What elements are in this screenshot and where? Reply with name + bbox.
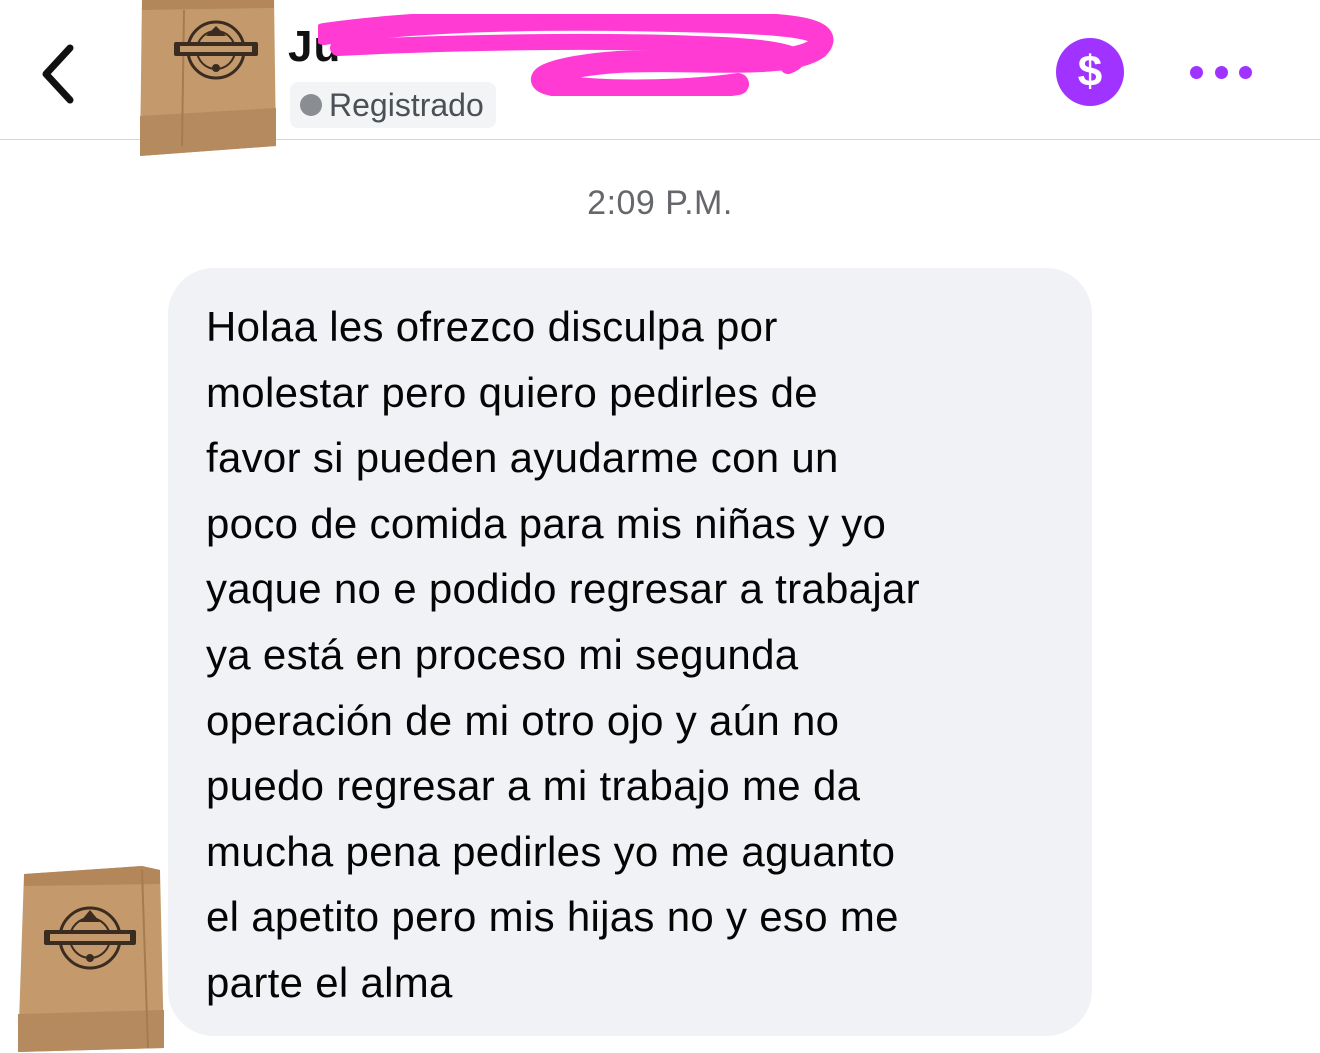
status-badge: Registrado xyxy=(290,82,496,128)
more-dot-icon xyxy=(1190,65,1203,79)
contact-name[interactable]: Ju xyxy=(288,22,341,72)
more-dot-icon xyxy=(1239,65,1252,79)
sender-avatar[interactable] xyxy=(14,864,166,1053)
more-dot-icon xyxy=(1214,65,1228,79)
chevron-left-icon xyxy=(42,44,74,104)
message-bubble[interactable]: Holaa les ofrezco disculpa por molestar … xyxy=(168,268,1092,1036)
status-dot-icon xyxy=(300,94,322,116)
more-options-button[interactable] xyxy=(1186,54,1256,90)
message-timestamp: 2:09 P.M. xyxy=(587,184,733,222)
contact-avatar[interactable] xyxy=(134,0,280,160)
paper-bag-logo-icon xyxy=(140,0,276,156)
messenger-chat-screen: Ju Registrado $ 2:09 P.M. Holaa les ofre… xyxy=(0,0,1320,1053)
back-button[interactable] xyxy=(30,38,86,110)
send-money-button[interactable]: $ xyxy=(1056,38,1124,106)
dollar-icon: $ xyxy=(1077,47,1103,96)
message-text: Holaa les ofrezco disculpa por molestar … xyxy=(206,303,920,1006)
chat-header: Ju Registrado $ xyxy=(0,0,1320,156)
status-label: Registrado xyxy=(329,86,484,123)
paper-bag-logo-icon xyxy=(18,866,164,1052)
